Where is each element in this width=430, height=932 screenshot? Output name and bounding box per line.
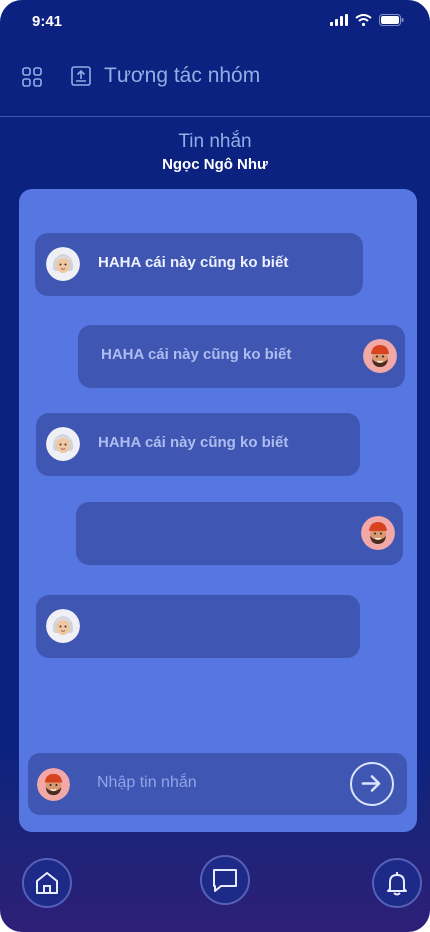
app-title: Tương tác nhóm [104, 64, 261, 87]
message-text: HAHA cái này cũng ko biết [101, 346, 292, 363]
wifi-icon [355, 14, 372, 26]
girl-avatar-icon [46, 427, 80, 461]
nav-notifications-button[interactable] [372, 858, 422, 908]
boy-avatar [37, 768, 70, 801]
message-text: HAHA cái này cũng ko biết [98, 254, 289, 271]
girl-avatar [46, 609, 80, 643]
girl-avatar [46, 247, 80, 281]
message-bubble[interactable]: HAHA cái này cũng ko biết [36, 413, 360, 476]
arrow-right-icon [361, 775, 381, 792]
message-bubble[interactable] [36, 595, 360, 658]
home-icon [36, 872, 58, 894]
header-divider [0, 116, 430, 117]
message-bubble[interactable] [76, 502, 403, 565]
message-bubble[interactable]: HAHA cái này cũng ko biết [35, 233, 363, 296]
send-button[interactable] [350, 762, 394, 806]
girl-avatar [46, 427, 80, 461]
message-input-placeholder[interactable]: Nhập tin nhắn [97, 774, 197, 792]
boy-avatar [363, 339, 397, 373]
signal-icon [330, 14, 348, 26]
boy-avatar-icon [363, 339, 397, 373]
status-icons [330, 14, 404, 26]
contact-name: Ngọc Ngô Như [162, 156, 268, 173]
status-bar: 9:41 [0, 0, 430, 44]
grid-menu-icon[interactable] [22, 67, 42, 87]
girl-avatar-icon [46, 247, 80, 281]
chat-icon [213, 869, 237, 892]
battery-icon [379, 14, 404, 26]
boy-avatar [361, 516, 395, 550]
phone-screen: 9:41 Tương tác nhóm Tin nhắn Ngọc Ngô Nh… [0, 0, 430, 932]
upload-box-icon[interactable] [71, 66, 91, 86]
nav-home-button[interactable] [22, 858, 72, 908]
app-bar: Tương tác nhóm [0, 56, 430, 98]
message-text: HAHA cái này cũng ko biết [98, 434, 289, 451]
message-input-bar[interactable]: Nhập tin nhắn [28, 753, 407, 815]
boy-avatar-icon [37, 768, 70, 801]
bell-icon [387, 872, 407, 896]
boy-avatar-icon [361, 516, 395, 550]
message-bubble[interactable]: HAHA cái này cũng ko biết [78, 325, 405, 388]
status-time: 9:41 [32, 13, 63, 30]
chat-panel: HAHA cái này cũng ko biết HAHA cái này c… [19, 189, 417, 832]
nav-chat-button[interactable] [200, 855, 250, 905]
section-title: Tin nhắn [178, 131, 252, 152]
girl-avatar-icon [46, 609, 80, 643]
